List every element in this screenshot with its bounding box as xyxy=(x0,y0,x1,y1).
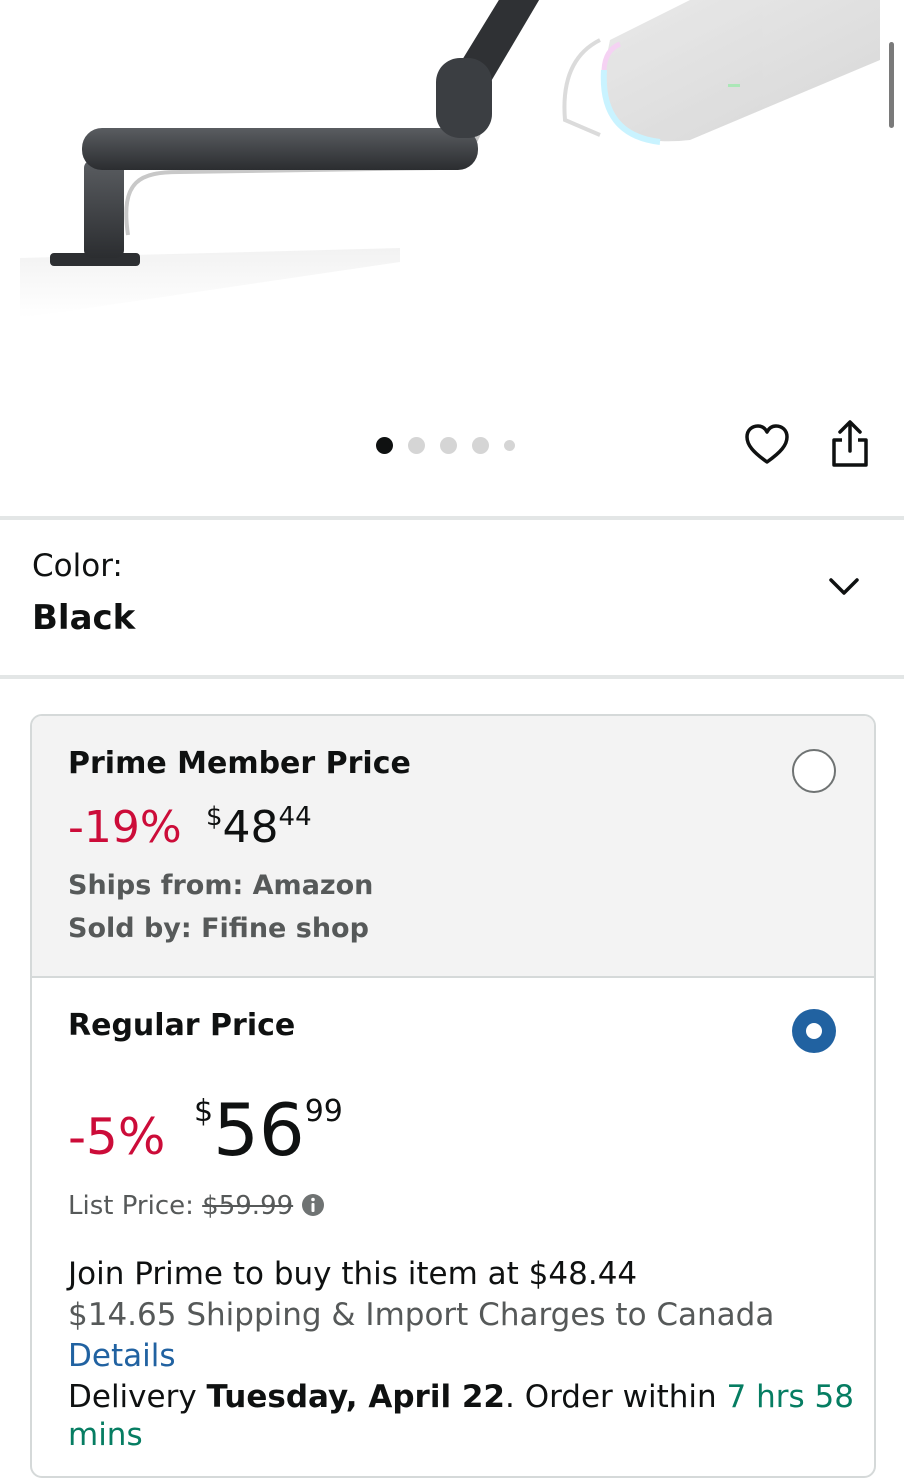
share-icon[interactable] xyxy=(827,419,873,469)
pager-dot[interactable] xyxy=(440,436,457,454)
delivery-countdown-cont: mins xyxy=(68,1417,143,1453)
color-value[interactable]: Black xyxy=(32,598,135,638)
regular-price-title: Regular Price xyxy=(68,1008,296,1043)
details-link[interactable]: Details xyxy=(68,1338,175,1374)
pager-dot[interactable] xyxy=(504,439,515,451)
list-price-value: $59.99 xyxy=(202,1191,294,1221)
image-scrollbar[interactable] xyxy=(889,42,894,128)
color-label: Color: xyxy=(32,548,123,584)
color-selector[interactable] xyxy=(0,521,904,675)
delivery-middle: . Order within xyxy=(505,1379,727,1415)
pager-dot[interactable] xyxy=(472,436,489,454)
product-image-gallery[interactable] xyxy=(0,0,904,515)
prime-price: $4844 xyxy=(206,802,312,853)
ships-from: Ships from: Amazon xyxy=(68,870,374,901)
pager-dot[interactable] xyxy=(408,436,425,454)
pager-dot-active[interactable] xyxy=(376,436,393,454)
image-pager[interactable] xyxy=(376,436,530,454)
heart-icon[interactable] xyxy=(743,421,791,469)
info-icon[interactable] xyxy=(301,1193,325,1217)
prime-price-option[interactable]: Prime Member Price -19% $4844 Ships from… xyxy=(32,716,874,978)
price-symbol: $ xyxy=(206,802,223,832)
list-price: List Price: $59.99 xyxy=(68,1191,325,1221)
buying-options-card: Prime Member Price -19% $4844 Ships from… xyxy=(30,714,876,1478)
prime-discount: -19% xyxy=(68,802,182,853)
delivery-prefix: Delivery xyxy=(68,1379,207,1415)
delivery-countdown: 7 hrs 58 xyxy=(726,1379,854,1415)
section-divider xyxy=(0,516,904,520)
price-whole: 56 xyxy=(213,1088,305,1172)
regular-price: $5699 xyxy=(194,1094,343,1166)
prime-price-title: Prime Member Price xyxy=(68,746,411,781)
chevron-down-icon[interactable] xyxy=(826,572,862,602)
delivery-date: Tuesday, April 22 xyxy=(206,1379,505,1415)
regular-discount: -5% xyxy=(68,1108,166,1166)
list-price-label: List Price: xyxy=(68,1191,194,1221)
price-fraction: 99 xyxy=(304,1094,343,1129)
price-whole: 48 xyxy=(222,802,279,853)
delivery-info: Delivery Tuesday, April 22. Order within… xyxy=(68,1379,854,1415)
join-prime-text: Join Prime to buy this item at $48.44 xyxy=(68,1256,638,1292)
sold-by: Sold by: Fifine shop xyxy=(68,913,369,944)
prime-price-radio[interactable] xyxy=(792,749,836,793)
price-symbol: $ xyxy=(194,1094,214,1129)
regular-price-radio[interactable] xyxy=(792,1009,836,1053)
price-fraction: 44 xyxy=(278,802,312,832)
shipping-charges: $14.65 Shipping & Import Charges to Cana… xyxy=(68,1297,775,1333)
section-divider xyxy=(0,675,904,679)
